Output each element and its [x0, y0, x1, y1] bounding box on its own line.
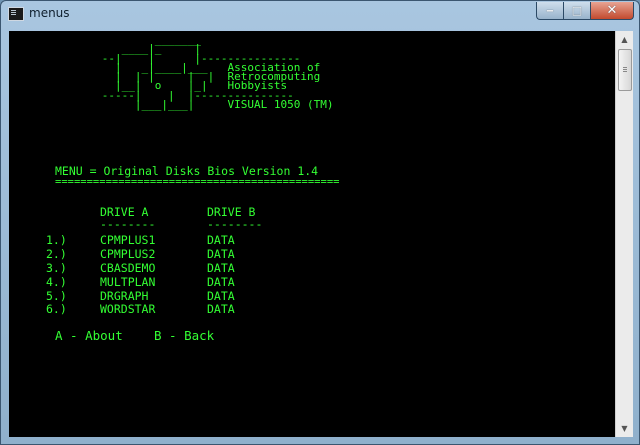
scroll-up-button[interactable]: ▲ [616, 31, 633, 48]
menu-item-drive-b: DATA [207, 302, 235, 316]
menu-item-drive-b: DATA [207, 261, 235, 275]
close-button[interactable]: ✕ [590, 2, 634, 20]
close-icon: ✕ [606, 3, 618, 18]
maximize-button[interactable]: □ [563, 2, 590, 20]
menu-item-drive-a: CPMPLUS1 [100, 233, 156, 247]
scroll-down-button[interactable]: ▼ [616, 420, 633, 437]
menu-item-number: 2.) [46, 247, 67, 261]
console-window: menus ‒ □ ✕ _______ ____|_ | --| | |----… [0, 0, 640, 445]
menu-item-drive-a: WORDSTAR [100, 302, 156, 316]
menu-item-number: 6.) [46, 302, 67, 316]
scrollbar-thumb[interactable] [618, 49, 632, 91]
console-area[interactable]: _______ ____|_ | --| | |--------------- … [9, 31, 615, 437]
option-about[interactable]: A - About [55, 329, 123, 342]
arrow-down-icon: ▼ [621, 424, 628, 433]
menu-item-drive-a: CBASDEMO [100, 261, 156, 275]
column-rule-drive-b: -------- [207, 217, 263, 231]
grip-icon [623, 67, 627, 68]
menu-item-drive-a: CPMPLUS2 [100, 247, 156, 261]
caption-buttons: ‒ □ ✕ [536, 2, 634, 21]
menu-item-drive-a: MULTPLAN [100, 275, 156, 289]
menu-item-drive-b: DATA [207, 247, 235, 261]
ascii-logo: _______ ____|_ | --| | |--------------- … [101, 33, 334, 112]
menu-title-rule: ========================================… [55, 176, 340, 188]
menu-item-number: 1.) [46, 233, 67, 247]
console-window-icon[interactable] [8, 7, 24, 21]
menu-item-number: 3.) [46, 261, 67, 275]
maximize-icon: □ [571, 4, 583, 17]
title-bar[interactable]: menus ‒ □ ✕ [1, 1, 639, 31]
menu-item-drive-b: DATA [207, 233, 235, 247]
minimize-icon: ‒ [546, 4, 554, 17]
menu-item-number: 4.) [46, 275, 67, 289]
option-back[interactable]: B - Back [154, 329, 214, 342]
window-title: menus [29, 6, 70, 20]
minimize-button[interactable]: ‒ [536, 2, 563, 20]
vertical-scrollbar[interactable]: ▲ ▼ [615, 31, 633, 437]
arrow-up-icon: ▲ [621, 35, 628, 44]
column-rule-drive-a: -------- [100, 217, 156, 231]
menu-item-drive-b: DATA [207, 275, 235, 289]
